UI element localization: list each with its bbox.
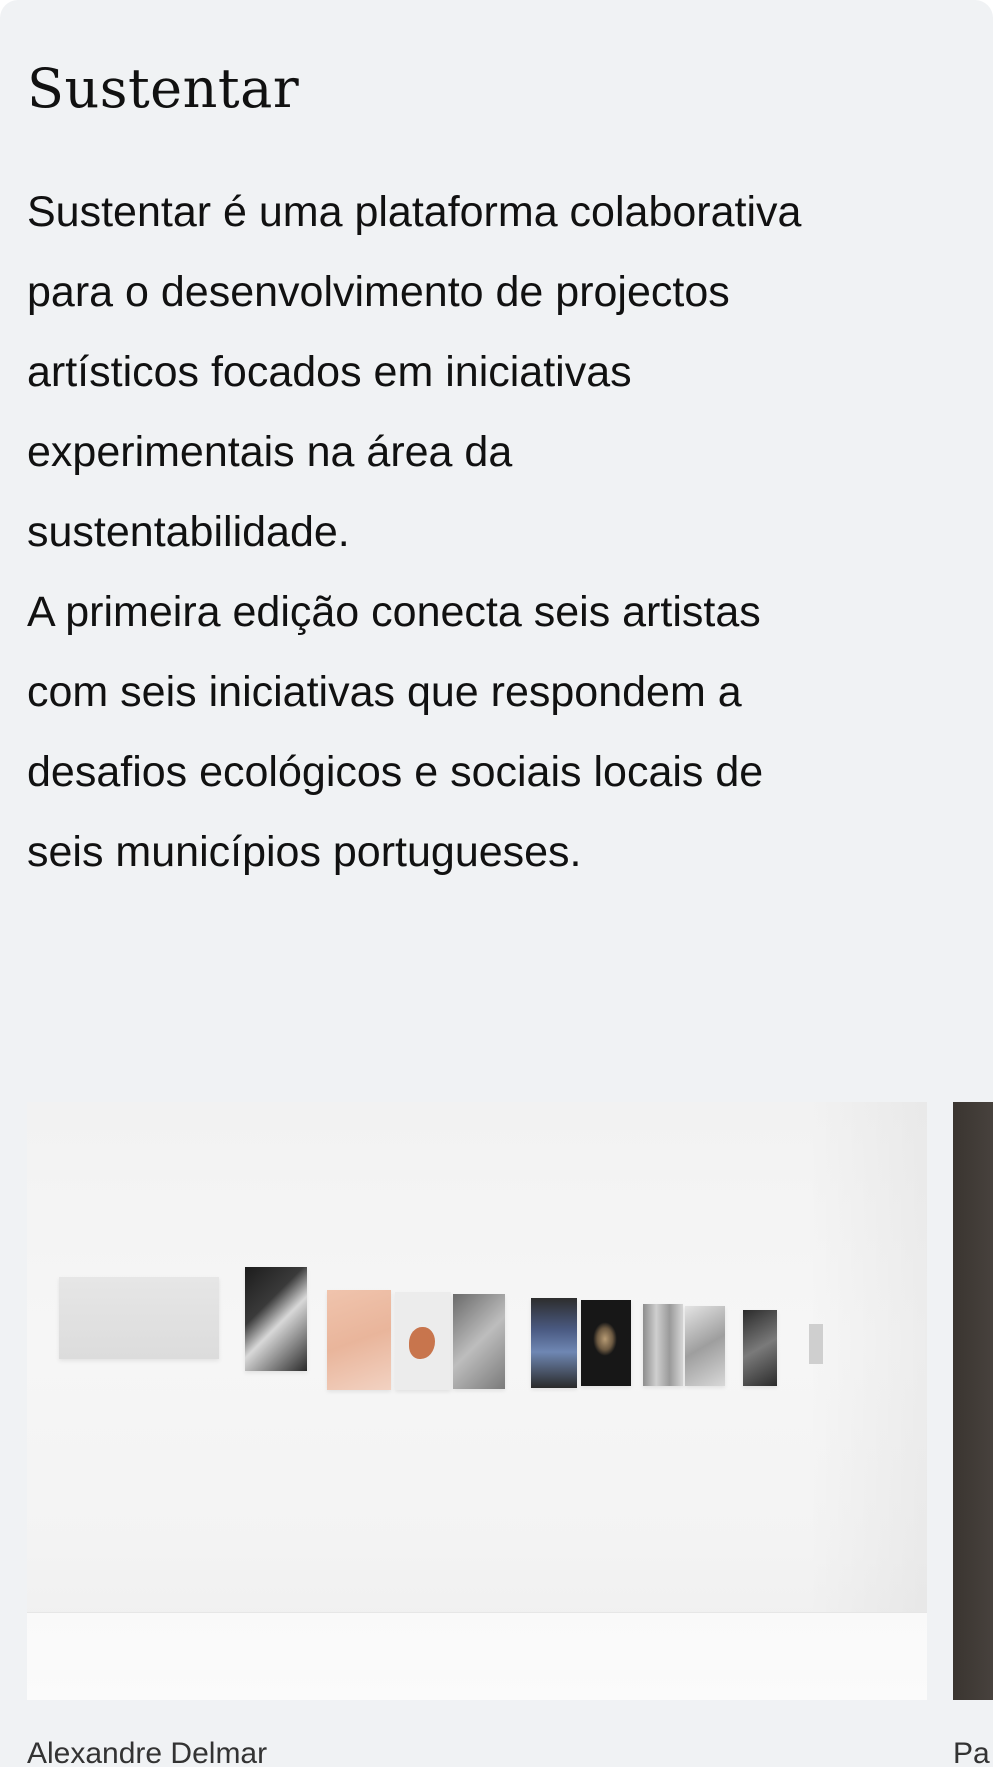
gallery-slide[interactable]: Pa (953, 1102, 993, 1767)
artwork (685, 1306, 725, 1386)
gallery-slide[interactable]: Alexandre Delmar (27, 1102, 927, 1767)
section-description: Sustentar é uma plataforma colaborativa … (27, 172, 987, 892)
exhibition-photo[interactable] (27, 1102, 927, 1700)
artist-gallery-carousel[interactable]: Alexandre Delmar Pa (27, 1102, 993, 1767)
wall-shadow (807, 1102, 927, 1700)
sustentar-section: Sustentar Sustentar é uma plataforma col… (0, 0, 993, 1767)
artwork (453, 1294, 505, 1389)
artwork (327, 1290, 391, 1390)
artist-name-caption[interactable]: Pa (953, 1737, 990, 1767)
gallery-floor (27, 1612, 927, 1700)
artwork-detail (593, 1322, 617, 1356)
artwork (245, 1267, 307, 1371)
exhibition-photo[interactable] (953, 1102, 993, 1700)
artwork (531, 1298, 577, 1388)
description-paragraph: A primeira edição conecta seis artistas … (27, 588, 764, 876)
artwork (643, 1304, 683, 1386)
artwork (59, 1277, 219, 1359)
wall-label (809, 1324, 823, 1364)
artist-name-caption[interactable]: Alexandre Delmar (27, 1737, 267, 1767)
section-title: Sustentar (27, 57, 300, 120)
description-paragraph: Sustentar é uma plataforma colaborativa … (27, 188, 802, 556)
artwork (743, 1310, 777, 1386)
